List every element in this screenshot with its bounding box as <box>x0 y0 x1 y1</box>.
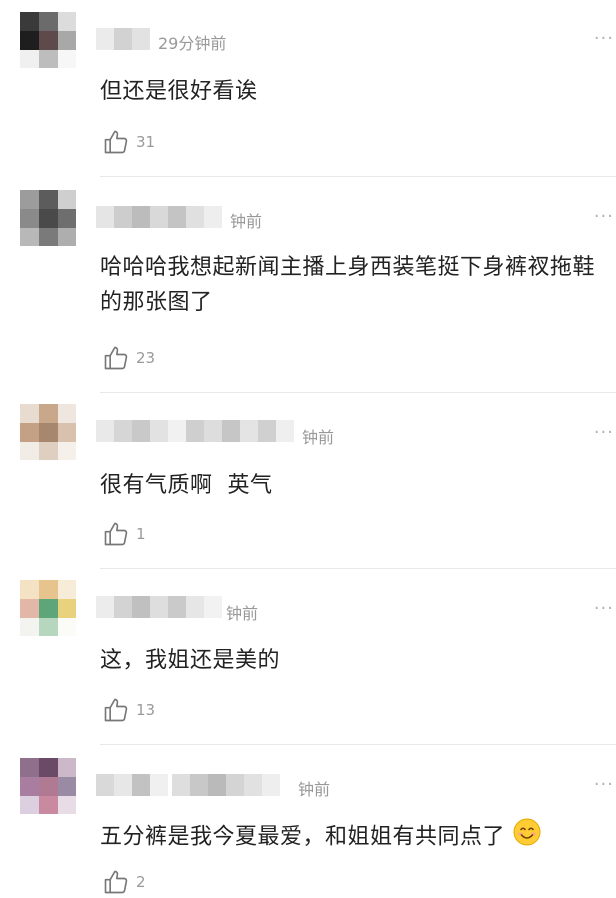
username-blurred[interactable] <box>96 206 234 228</box>
comment-text: 哈哈哈我想起新闻主播上身西装笔挺下身裤衩拖鞋的那张图了 <box>100 255 596 315</box>
avatar[interactable] <box>20 580 76 636</box>
comment-time: 钟前 <box>298 780 331 799</box>
avatar[interactable] <box>20 12 76 68</box>
thumbs-up-icon <box>102 128 130 156</box>
thumbs-up-icon <box>102 344 130 372</box>
like-count: 31 <box>136 133 156 151</box>
comment-text: 这，我姐还是美的 <box>100 648 281 673</box>
comment-text: 但还是很好看诶 <box>100 79 258 104</box>
like-button[interactable]: 31 <box>102 126 155 158</box>
smile-emoji-icon <box>513 818 541 857</box>
thumbs-up-icon <box>102 520 130 548</box>
like-count: 23 <box>136 349 156 367</box>
avatar[interactable] <box>20 404 76 460</box>
username-blurred[interactable] <box>96 28 156 50</box>
like-button[interactable]: 23 <box>102 342 155 374</box>
avatar[interactable] <box>20 190 76 246</box>
username-blurred[interactable] <box>96 774 292 796</box>
like-button[interactable]: 13 <box>102 694 155 726</box>
thumbs-up-icon <box>102 868 130 896</box>
more-options-icon[interactable]: ··· <box>594 598 614 619</box>
more-options-icon[interactable]: ··· <box>594 774 614 795</box>
more-options-icon[interactable]: ··· <box>594 422 614 443</box>
comment-time: 钟前 <box>230 212 263 231</box>
like-button[interactable]: 2 <box>102 866 146 898</box>
comment-time: 29分钟前 <box>158 34 227 53</box>
comment-text: 五分裤是我今夏最爱，和姐姐有共同点了 <box>100 818 608 857</box>
comment-text: 很有气质啊 英气 <box>100 473 273 498</box>
comment-time: 钟前 <box>226 604 259 623</box>
like-count: 13 <box>136 701 156 719</box>
divider <box>100 392 616 393</box>
like-count: 1 <box>136 525 146 543</box>
like-button[interactable]: 1 <box>102 518 146 550</box>
avatar[interactable] <box>20 758 76 814</box>
thumbs-up-icon <box>102 696 130 724</box>
like-count: 2 <box>136 873 146 891</box>
divider <box>100 176 616 177</box>
comment-text-body: 五分裤是我今夏最爱，和姐姐有共同点了 <box>100 824 506 850</box>
username-blurred[interactable] <box>96 596 226 618</box>
divider <box>100 568 616 569</box>
comment-time: 钟前 <box>302 428 335 447</box>
more-options-icon[interactable]: ··· <box>594 206 614 227</box>
username-blurred[interactable] <box>96 420 294 442</box>
comment-feed: 29分钟前 ··· 但还是很好看诶 31 钟前 ··· 哈哈哈我想起新闻主播上身… <box>0 0 616 894</box>
more-options-icon[interactable]: ··· <box>594 28 614 49</box>
divider <box>100 744 616 745</box>
